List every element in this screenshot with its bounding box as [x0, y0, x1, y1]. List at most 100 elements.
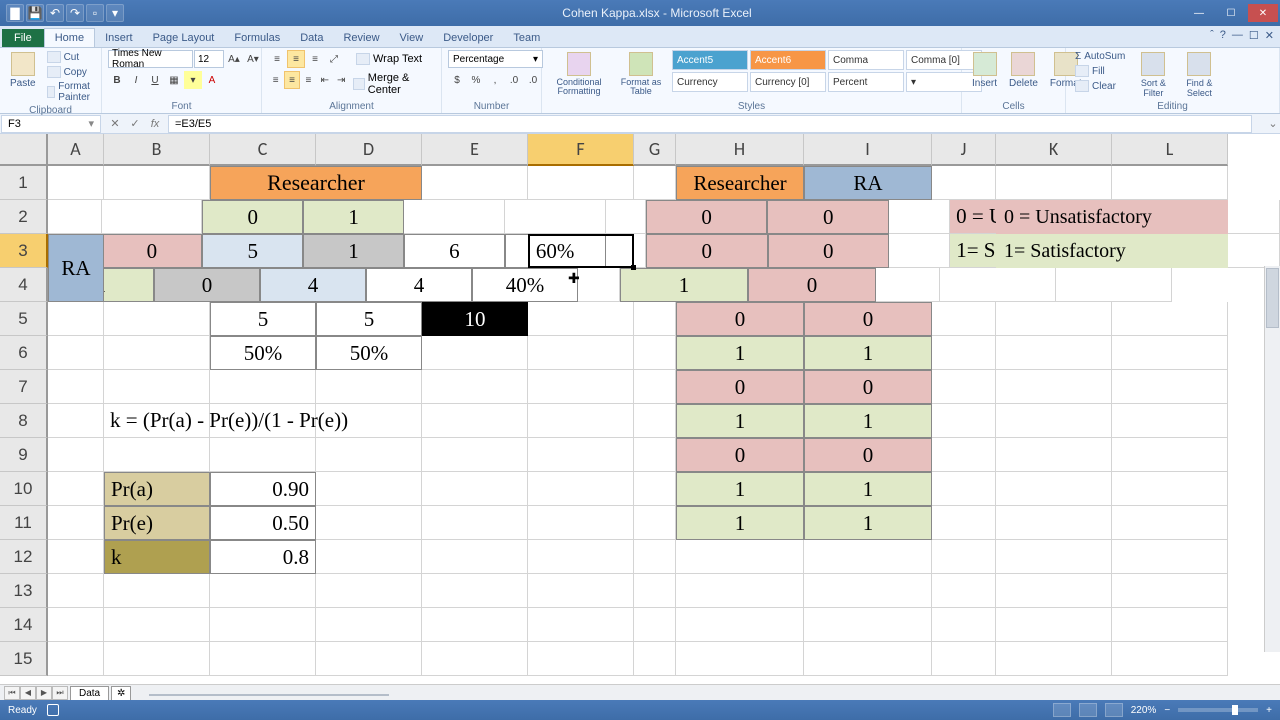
cell-I10[interactable]: 1 [804, 472, 932, 506]
cell-I12[interactable] [804, 540, 932, 574]
cell-F8[interactable] [528, 404, 634, 438]
cell-B8[interactable]: k = (Pr(a) - Pr(e))/(1 - Pr(e)) [104, 404, 210, 438]
row-header-4[interactable]: 4 [0, 268, 48, 302]
row-header-6[interactable]: 6 [0, 336, 48, 370]
cell-J4[interactable] [876, 268, 940, 302]
format-painter-button[interactable]: Format Painter [44, 80, 99, 104]
view-layout-icon[interactable] [1079, 703, 1097, 717]
cell-F1[interactable] [528, 166, 634, 200]
cell-B7[interactable] [104, 370, 210, 404]
align-right-icon[interactable]: ≡ [301, 71, 316, 89]
redo-icon[interactable]: ↷ [66, 4, 84, 22]
cell-F9[interactable] [528, 438, 634, 472]
vscroll-thumb[interactable] [1266, 268, 1279, 328]
cell-C12[interactable]: 0.8 [210, 540, 316, 574]
cell-C11[interactable]: 0.50 [210, 506, 316, 540]
cell-L7[interactable] [1112, 370, 1228, 404]
cell-E9[interactable] [422, 438, 528, 472]
insert-cells-button[interactable]: Insert [968, 50, 1001, 91]
view-normal-icon[interactable] [1053, 703, 1071, 717]
format-as-table-button[interactable]: Format as Table [614, 50, 668, 98]
cell-G10[interactable] [634, 472, 676, 506]
col-header-A[interactable]: A [48, 134, 104, 166]
cell-G11[interactable] [634, 506, 676, 540]
cell-B6[interactable] [104, 336, 210, 370]
fill-color-button[interactable]: ▾ [184, 71, 202, 89]
cell-K10[interactable] [996, 472, 1112, 506]
cell-C7[interactable] [210, 370, 316, 404]
merge-center-button[interactable]: Merge & Center [350, 71, 435, 97]
col-header-E[interactable]: E [422, 134, 528, 166]
cell-J10[interactable] [932, 472, 996, 506]
save-icon[interactable]: 💾 [26, 4, 44, 22]
sheet-nav-prev[interactable]: ◀ [20, 686, 36, 700]
style-currency0[interactable]: Currency [0] [750, 72, 826, 92]
cell-I5[interactable]: 0 [804, 302, 932, 336]
paste-button[interactable]: Paste [6, 50, 40, 91]
zoom-in-icon[interactable]: + [1266, 705, 1272, 716]
cell-L5[interactable] [1112, 302, 1228, 336]
row-header-8[interactable]: 8 [0, 404, 48, 438]
sheet-nav-last[interactable]: ⏭ [52, 686, 68, 700]
cell-K14[interactable] [996, 608, 1112, 642]
cell-E14[interactable] [422, 608, 528, 642]
col-header-B[interactable]: B [104, 134, 210, 166]
cell-H4[interactable]: 1 [620, 268, 748, 302]
cell-E4[interactable]: 4 [366, 268, 472, 302]
cancel-formula-icon[interactable]: ✕ [106, 116, 124, 132]
row-header-1[interactable]: 1 [0, 166, 48, 200]
cell-K6[interactable] [996, 336, 1112, 370]
cell-A10[interactable] [48, 472, 104, 506]
cell-C5[interactable]: 5 [210, 302, 316, 336]
hscroll-thumb[interactable] [149, 694, 389, 696]
row-header-12[interactable]: 12 [0, 540, 48, 574]
cell-L1[interactable] [1112, 166, 1228, 200]
cell-I11[interactable]: 1 [804, 506, 932, 540]
cell-K4[interactable] [940, 268, 1056, 302]
cell-B3[interactable]: 0 [102, 234, 203, 268]
cell-H13[interactable] [676, 574, 804, 608]
copy-button[interactable]: Copy [44, 65, 99, 79]
cell-K12[interactable] [996, 540, 1112, 574]
select-all-corner[interactable] [0, 134, 48, 166]
cell-J11[interactable] [932, 506, 996, 540]
tab-view[interactable]: View [390, 29, 434, 47]
cell-K3-span[interactable]: 1= Satisfactory [996, 234, 1228, 268]
zoom-thumb[interactable] [1232, 705, 1238, 715]
cell-A11[interactable] [48, 506, 104, 540]
maximize-button[interactable]: ☐ [1216, 4, 1246, 22]
cell-C10[interactable]: 0.90 [210, 472, 316, 506]
cell-I6[interactable]: 1 [804, 336, 932, 370]
cell-H15[interactable] [676, 642, 804, 676]
macro-record-icon[interactable] [47, 704, 59, 716]
col-header-K[interactable]: K [996, 134, 1112, 166]
font-color-button[interactable]: A [203, 71, 221, 89]
wrap-text-button[interactable]: Wrap Text [353, 50, 425, 68]
cell-B1[interactable] [104, 166, 210, 200]
cell-F7[interactable] [528, 370, 634, 404]
cell-K5[interactable] [996, 302, 1112, 336]
cell-E13[interactable] [422, 574, 528, 608]
row-header-7[interactable]: 7 [0, 370, 48, 404]
col-header-J[interactable]: J [932, 134, 996, 166]
cell-C1-merged[interactable]: Researcher [210, 166, 422, 200]
cell-G5[interactable] [634, 302, 676, 336]
cell-G7[interactable] [634, 370, 676, 404]
cell-A3-merged[interactable]: RA [48, 234, 104, 302]
cell-B9[interactable] [104, 438, 210, 472]
col-header-L[interactable]: L [1112, 134, 1228, 166]
sheet-nav-next[interactable]: ▶ [36, 686, 52, 700]
cell-B2[interactable] [102, 200, 203, 234]
cell-D9[interactable] [316, 438, 422, 472]
align-middle-icon[interactable]: ≡ [287, 50, 305, 68]
cell-C4[interactable]: 0 [154, 268, 260, 302]
style-currency[interactable]: Currency [672, 72, 748, 92]
cell-F11[interactable] [528, 506, 634, 540]
decrease-decimal-icon[interactable]: .0 [524, 71, 542, 89]
border-button[interactable]: ▦ [165, 71, 183, 89]
cell-G13[interactable] [634, 574, 676, 608]
cell-D5[interactable]: 5 [316, 302, 422, 336]
increase-decimal-icon[interactable]: .0 [505, 71, 523, 89]
cell-G9[interactable] [634, 438, 676, 472]
row-header-10[interactable]: 10 [0, 472, 48, 506]
